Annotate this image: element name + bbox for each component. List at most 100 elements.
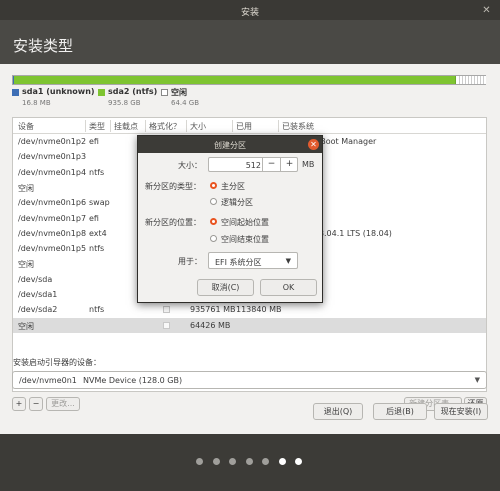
col-divider [278, 120, 279, 132]
cell-type: ntfs [89, 305, 105, 315]
cell-size: 935761 MB [190, 305, 236, 315]
cell-size: 64426 MB [190, 320, 231, 330]
col-divider [232, 120, 233, 132]
cell-device: /dev/nvme0n1p2 [18, 137, 87, 146]
cell-type: swap [89, 198, 110, 208]
progress-dot [295, 458, 302, 465]
use-as-label: 用于： [178, 257, 202, 266]
use-as-value: EFI 系统分区 [215, 258, 262, 267]
radio-location-start-label[interactable]: 空间起始位置 [221, 217, 269, 228]
col-size[interactable]: 大小 [190, 121, 206, 132]
progress-dot [278, 458, 286, 465]
boot-loader-select[interactable]: /dev/nvme0n1 NVMe Device (128.0 GB) ▼ [12, 371, 487, 389]
remove-partition-button[interactable]: − [29, 397, 43, 411]
cell-type: ntfs [89, 244, 105, 254]
col-format[interactable]: 格式化？ [149, 121, 181, 132]
chevron-down-icon: ▼ [285, 257, 291, 265]
dialog-close-icon[interactable]: ✕ [308, 139, 319, 150]
window-title: 安装 [240, 8, 259, 18]
cell-type: ext4 [89, 228, 107, 238]
cell-device: /dev/nvme0n1p7 [18, 213, 87, 223]
table-header: 设备 类型 挂载点 格式化？ 大小 已用 已装系统 [13, 118, 486, 134]
create-partition-dialog: 创建分区 ✕ 大小： 512 − + MB 新分区的类型： 主分区 逻辑分区 新… [137, 135, 323, 303]
legend-size: 16.8 MB [22, 99, 51, 107]
partition-bar [12, 75, 486, 85]
partition-type-label: 新分区的类型： [145, 182, 201, 191]
radio-location-start[interactable] [210, 218, 217, 225]
boot-device-description: NVMe Device (128.0 GB) [83, 376, 183, 385]
table-row[interactable]: 空闲 64426 MB [13, 317, 486, 333]
radio-primary-label[interactable]: 主分区 [221, 181, 245, 192]
cell-device: /dev/sda1 [18, 290, 58, 299]
cell-device: /dev/nvme0n1p8 [18, 228, 87, 238]
legend-name: sda1 (unknown) [22, 87, 95, 96]
size-stepper[interactable]: 512 − + [208, 157, 298, 172]
cell-device: /dev/nvme0n1p3 [18, 152, 87, 162]
cell-device: 空闲 [18, 260, 34, 270]
install-now-button[interactable]: 现在安装(I) [434, 403, 488, 420]
col-divider [145, 120, 146, 132]
cell-device: /dev/sda2 [18, 305, 58, 315]
col-divider [110, 120, 111, 132]
quit-button[interactable]: 退出(Q) [313, 403, 363, 420]
cell-type: efi [89, 213, 99, 223]
radio-logical-label[interactable]: 逻辑分区 [221, 197, 253, 208]
legend-swatch [161, 89, 168, 96]
col-used[interactable]: 已用 [236, 121, 252, 132]
table-row[interactable]: /dev/sda2 ntfs 935761 MB 113840 MB [13, 302, 486, 317]
legend-size: 64.4 GB [171, 99, 200, 107]
size-label: 大小： [178, 161, 202, 170]
cell-type: ntfs [89, 167, 105, 177]
progress-dot [196, 458, 203, 465]
cell-device: 空闲 [18, 183, 34, 193]
decrease-icon[interactable]: − [262, 158, 280, 171]
chevron-down-icon: ▼ [474, 376, 480, 384]
progress-dots [0, 458, 500, 468]
boot-device: /dev/nvme0n1 [19, 376, 77, 385]
col-device[interactable]: 设备 [18, 121, 34, 132]
change-partition-button[interactable]: 更改... [46, 397, 80, 411]
cell-type: efi [89, 137, 99, 146]
size-unit: MB [302, 160, 315, 169]
close-icon[interactable]: ✕ [481, 5, 492, 16]
add-partition-button[interactable]: + [12, 397, 26, 411]
increase-icon[interactable]: + [280, 158, 298, 171]
legend-name: sda2 (ntfs) [108, 87, 158, 96]
partition-bar-sda2 [14, 76, 456, 84]
use-as-select[interactable]: EFI 系统分区 ▼ [208, 252, 298, 269]
legend-swatch [98, 89, 105, 96]
dialog-ok-button[interactable]: OK [260, 279, 317, 296]
radio-primary[interactable] [210, 182, 217, 189]
size-value[interactable]: 512 [209, 161, 261, 170]
col-mount[interactable]: 挂载点 [114, 121, 138, 132]
boot-loader-label: 安装启动引导器的设备： [13, 358, 101, 367]
format-checkbox[interactable] [163, 306, 170, 314]
radio-location-end[interactable] [210, 235, 217, 242]
progress-dot [229, 458, 236, 465]
col-divider [85, 120, 86, 132]
radio-logical[interactable] [210, 198, 217, 205]
progress-dot [245, 458, 253, 465]
col-divider [186, 120, 187, 132]
col-type[interactable]: 类型 [89, 121, 105, 132]
legend-name: 空闲 [171, 88, 187, 97]
dialog-titlebar: 创建分区 ✕ [138, 136, 322, 153]
cell-device: /dev/sda [18, 274, 53, 284]
cell-device: /dev/nvme0n1p6 [18, 198, 87, 208]
cell-used: 113840 MB [236, 305, 282, 315]
page-header: 安装类型 [0, 20, 500, 64]
cell-device: /dev/nvme0n1p5 [18, 244, 87, 254]
format-checkbox[interactable] [163, 321, 170, 329]
col-system[interactable]: 已装系统 [282, 121, 314, 132]
progress-dot [212, 458, 220, 465]
cell-device: 空闲 [18, 321, 34, 331]
cell-device: /dev/nvme0n1p4 [18, 167, 87, 177]
partition-location-label: 新分区的位置： [145, 218, 201, 227]
page-title: 安装类型 [13, 37, 74, 55]
radio-location-end-label[interactable]: 空间结束位置 [221, 234, 269, 245]
partition-bar-free [457, 76, 486, 84]
back-button[interactable]: 后退(B) [373, 403, 427, 420]
dialog-cancel-button[interactable]: 取消(C) [197, 279, 254, 296]
progress-dot [262, 458, 269, 465]
legend-size: 935.8 GB [108, 99, 141, 107]
